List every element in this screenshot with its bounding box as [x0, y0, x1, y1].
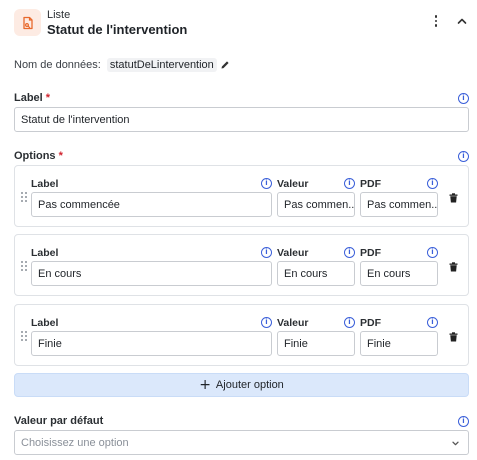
info-icon[interactable]: i — [458, 93, 469, 104]
option-card: Label i Valeur i PDF i En cours En cours… — [14, 234, 469, 296]
data-name-row: Nom de données: statutDeLintervention — [14, 58, 230, 72]
info-icon[interactable]: i — [427, 317, 438, 328]
options-section-title: Options * — [14, 150, 63, 162]
option-card: Label i Valeur i PDF i Finie Finie Finie — [14, 304, 469, 366]
info-icon[interactable]: i — [458, 416, 469, 427]
option-label-header: Label — [31, 317, 59, 329]
drag-handle-icon[interactable] — [21, 331, 27, 341]
required-mark: * — [58, 150, 63, 162]
option-pdf-header: PDF — [360, 247, 381, 259]
option-label-input[interactable]: Pas commencée — [31, 192, 272, 217]
option-pdf-input[interactable]: Finie — [360, 331, 438, 356]
option-label-header: Label — [31, 178, 59, 190]
option-label-input[interactable]: En cours — [31, 261, 272, 286]
list-doc-icon — [14, 9, 41, 36]
plus-icon: + — [199, 377, 211, 393]
option-value-input[interactable]: En cours — [277, 261, 355, 286]
option-value-header: Valeur — [277, 247, 309, 259]
label-section-title: Label * — [14, 92, 50, 104]
field-title: Statut de l'intervention — [47, 22, 188, 37]
label-input[interactable]: Statut de l'intervention — [14, 107, 469, 132]
option-label-input[interactable]: Finie — [31, 331, 272, 356]
trash-icon[interactable] — [449, 262, 458, 272]
options-section-text: Options — [14, 150, 56, 162]
option-value-input[interactable]: Finie — [277, 331, 355, 356]
add-option-button[interactable]: + Ajouter option — [14, 373, 469, 397]
drag-handle-icon[interactable] — [21, 192, 27, 202]
trash-icon[interactable] — [449, 332, 458, 342]
info-icon[interactable]: i — [261, 317, 272, 328]
data-name-label: Nom de données: — [14, 59, 101, 71]
info-icon[interactable]: i — [261, 247, 272, 258]
kebab-menu-icon[interactable] — [429, 13, 443, 29]
option-value-header: Valeur — [277, 178, 309, 190]
option-value-input[interactable]: Pas commen... — [277, 192, 355, 217]
info-icon[interactable]: i — [458, 151, 469, 162]
data-name-value: statutDeLintervention — [106, 58, 217, 72]
chevron-up-icon[interactable] — [455, 14, 469, 28]
required-mark: * — [45, 92, 51, 104]
option-pdf-header: PDF — [360, 317, 381, 329]
option-pdf-header: PDF — [360, 178, 381, 190]
pencil-icon[interactable] — [220, 60, 230, 70]
info-icon[interactable]: i — [427, 247, 438, 258]
info-icon[interactable]: i — [344, 178, 355, 189]
info-icon[interactable]: i — [427, 178, 438, 189]
option-pdf-input[interactable]: En cours — [360, 261, 438, 286]
info-icon[interactable]: i — [344, 317, 355, 328]
default-value-title: Valeur par défaut — [14, 415, 104, 427]
default-value-placeholder: Choisissez une option — [21, 436, 129, 449]
field-header: Liste Statut de l'intervention — [0, 0, 477, 44]
option-card: Label i Valeur i PDF i Pas commencée Pas… — [14, 165, 469, 227]
option-pdf-input[interactable]: Pas commen... — [360, 192, 438, 217]
drag-handle-icon[interactable] — [21, 261, 27, 271]
default-value-select[interactable]: Choisissez une option — [14, 430, 469, 455]
option-value-header: Valeur — [277, 317, 309, 329]
trash-icon[interactable] — [449, 193, 458, 203]
option-label-header: Label — [31, 247, 59, 259]
info-icon[interactable]: i — [344, 247, 355, 258]
label-section-text: Label — [14, 92, 43, 104]
add-option-label: Ajouter option — [215, 379, 284, 391]
info-icon[interactable]: i — [261, 178, 272, 189]
chevron-down-icon — [452, 441, 459, 446]
field-type-name: Liste — [47, 9, 71, 21]
